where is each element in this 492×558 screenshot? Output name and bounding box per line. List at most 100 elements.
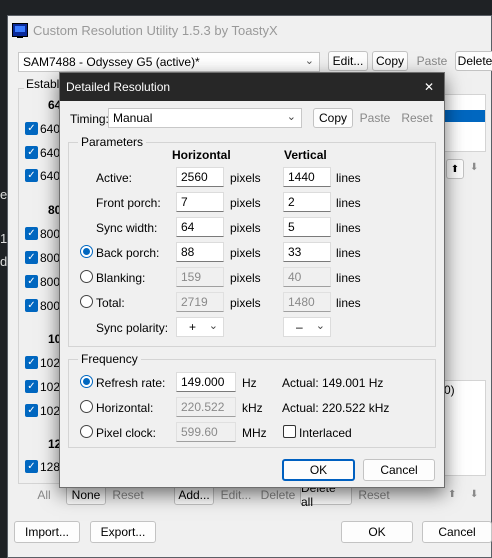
timing-reset-button[interactable]: Reset [397,108,437,128]
v-polarity-select[interactable]: – ⌄ [283,317,331,337]
chevron-down-icon: ⌄ [208,320,218,332]
v-unit-label: lines [336,171,361,185]
monitor-select-value: SAM7488 - Odyssey G5 (active)* [23,55,200,69]
dialog-title: Detailed Resolution [66,80,171,94]
v-unit-label: lines [336,246,361,260]
resolution-checkbox[interactable]: ✓ [25,122,38,135]
horizontal-freq-radio[interactable] [80,400,93,413]
h-polarity-select[interactable]: + ⌄ [176,317,224,337]
v-back-porch-field[interactable]: 33 [283,242,331,262]
resolution-checkbox[interactable]: ✓ [25,227,38,240]
sync-polarity-label: Sync polarity: [96,321,169,335]
resolution-checkbox[interactable]: ✓ [25,404,38,417]
refresh-rate-unit: Hz [242,376,257,390]
blanking-radio[interactable] [80,270,93,283]
resolution-checkbox[interactable]: ✓ [25,299,38,312]
back-porch-radio[interactable] [80,245,93,258]
chevron-down-icon: ⌄ [286,111,296,123]
horizontal-freq-unit: kHz [242,401,263,415]
timing-paste-button[interactable]: Paste [355,108,395,128]
back-porch-label: Back porch: [96,246,160,260]
v-sync-width-field[interactable]: 5 [283,217,331,237]
front-porch-label: Front porch: [96,196,161,210]
monitor-select[interactable]: SAM7488 - Odyssey G5 (active)* ⌄ [18,52,320,72]
v-unit-label: lines [336,196,361,210]
delete-all-extensions-button[interactable]: Delete all [300,481,352,509]
parameters-title: Parameters [78,135,147,149]
chevron-down-icon: ⌄ [304,55,314,67]
timing-label: Timing: [70,112,109,126]
pixel-clock-unit: MHz [242,426,267,440]
active-label: Active: [96,171,133,185]
v-unit-label: lines [336,221,361,235]
move-down-icon: ⬇ [470,162,479,173]
edit-extension-button[interactable]: Edit... [216,485,256,505]
v-front-porch-field[interactable]: 2 [283,192,331,212]
timing-select-value: Manual [113,111,153,125]
horizontal-header: Horizontal [172,148,231,162]
h-unit-label: pixels [230,271,261,285]
reset-extensions-button[interactable]: Reset [354,485,394,505]
refresh-rate-label: Refresh rate: [96,376,166,390]
v-unit-label: lines [336,271,361,285]
main-ok-button[interactable]: OK [341,521,413,543]
dialog-cancel-button[interactable]: Cancel [363,459,435,481]
edit-monitor-button[interactable]: Edit... [328,51,368,71]
selected-row-highlight [439,110,485,122]
timing-select[interactable]: Manual ⌄ [108,108,302,128]
paste-monitor-button[interactable]: Paste [412,51,452,71]
extension-block-text: 0) [444,383,455,397]
h-active-field[interactable]: 2560 [176,167,224,187]
total-radio[interactable] [80,295,93,308]
resolution-checkbox[interactable]: ✓ [25,275,38,288]
pixel-clock-radio[interactable] [80,425,93,438]
reset-established-button[interactable]: Reset [110,485,146,505]
dialog-titlebar: Detailed Resolution ✕ [60,73,444,101]
main-titlebar: Custom Resolution Utility 1.5.3 by Toast… [8,16,491,46]
h-unit-label: pixels [230,296,261,310]
h-back-porch-field[interactable]: 88 [176,242,224,262]
resolution-checkbox[interactable]: ✓ [25,380,38,393]
close-icon[interactable]: ✕ [414,73,444,101]
none-button[interactable]: None [66,485,106,505]
delete-monitor-button[interactable]: Delete [455,51,492,71]
resolution-checkbox[interactable]: ✓ [25,146,38,159]
dialog-ok-button[interactable]: OK [282,459,355,481]
resolution-checkbox[interactable]: ✓ [25,251,38,264]
horizontal-freq-actual: Actual: 220.522 kHz [282,401,390,415]
horizontal-freq-label: Horizontal: [96,401,154,415]
all-button[interactable]: All [26,485,62,505]
v-blanking-field: 40 [283,267,331,287]
monitor-icon [12,23,28,38]
delete-extension-button[interactable]: Delete [258,485,298,505]
h-unit-label: pixels [230,246,261,260]
h-sync-width-field[interactable]: 64 [176,217,224,237]
import-button[interactable]: Import... [14,521,80,543]
h-front-porch-field[interactable]: 7 [176,192,224,212]
refresh-rate-field[interactable]: 149.000 [176,372,236,392]
timing-copy-button[interactable]: Copy [313,108,353,128]
interlaced-checkbox[interactable] [283,425,296,438]
refresh-rate-radio[interactable] [80,375,93,388]
vertical-header: Vertical [284,148,327,162]
add-extension-button[interactable]: Add... [174,485,214,505]
v-polarity-value: – [296,320,303,334]
h-unit-label: pixels [230,171,261,185]
resolution-checkbox[interactable]: ✓ [25,460,38,473]
detailed-resolution-dialog: Detailed Resolution ✕ Timing: Manual ⌄ C… [59,72,445,488]
h-polarity-value: + [189,320,197,334]
total-label: Total: [96,296,125,310]
blanking-label: Blanking: [96,271,146,285]
detailed-resolutions-list[interactable] [438,94,486,152]
h-blanking-field: 159 [176,267,224,287]
export-button[interactable]: Export... [90,521,156,543]
refresh-rate-actual: Actual: 149.001 Hz [282,376,384,390]
chevron-down-icon: ⌄ [315,320,325,332]
resolution-checkbox[interactable]: ✓ [25,356,38,369]
move-up-button[interactable]: ⬆ [446,159,464,179]
v-active-field[interactable]: 1440 [283,167,331,187]
frequency-title: Frequency [78,352,141,366]
copy-monitor-button[interactable]: Copy [372,51,408,71]
main-cancel-button[interactable]: Cancel [422,521,492,543]
resolution-checkbox[interactable]: ✓ [25,169,38,182]
